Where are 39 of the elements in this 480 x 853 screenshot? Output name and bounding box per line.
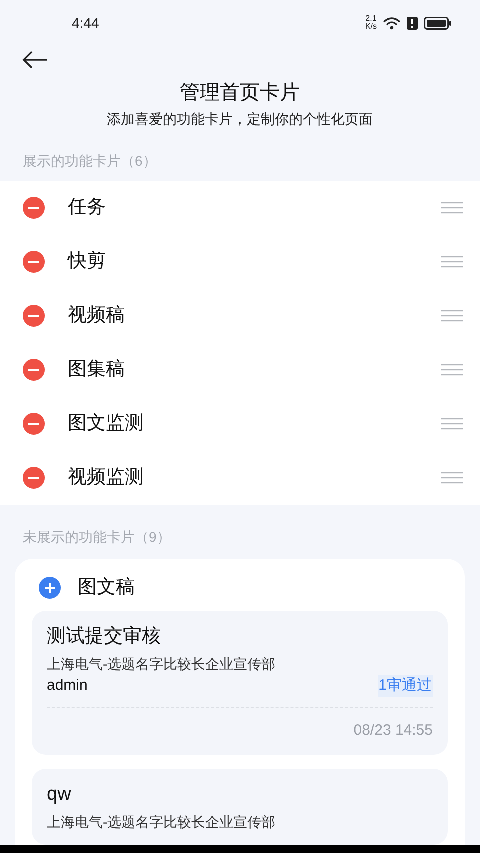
battery-icon xyxy=(424,16,452,30)
article-card[interactable]: qw 上海电气-选题名字比较长企业宣传部 xyxy=(32,768,448,844)
article-org: 上海电气-选题名字比较长企业宣传部 xyxy=(47,812,277,832)
network-speed: 2.1 K/s xyxy=(365,15,377,31)
remove-icon[interactable] xyxy=(23,467,45,489)
page-subtitle: 添加喜爱的功能卡片，定制你的个性化页面 xyxy=(107,110,373,129)
card-name: 图集稿 xyxy=(68,358,126,382)
card-name: 任务 xyxy=(68,196,107,220)
wifi-icon xyxy=(383,16,401,30)
card-name: 视频稿 xyxy=(68,304,126,328)
page-title: 管理首页卡片 xyxy=(180,81,300,106)
status-time: 4:44 xyxy=(72,14,100,32)
remove-icon[interactable] xyxy=(23,305,45,327)
section-label: 展示的功能卡片（6） xyxy=(22,152,158,171)
drag-handle-icon[interactable] xyxy=(441,310,463,322)
article-title: 测试提交审核 xyxy=(47,625,162,649)
sim-alert-icon xyxy=(407,16,418,30)
drag-handle-icon[interactable] xyxy=(441,364,463,376)
remove-icon[interactable] xyxy=(23,197,45,219)
remove-icon[interactable] xyxy=(23,251,45,273)
remove-icon[interactable] xyxy=(23,413,45,435)
add-icon[interactable] xyxy=(39,577,61,599)
card-name: 快剪 xyxy=(68,250,107,274)
status-tag: 1审通过 xyxy=(378,674,433,698)
article-time: 08/23 14:55 xyxy=(354,721,433,741)
card-name: 图文监测 xyxy=(68,412,145,436)
card-name: 视频监测 xyxy=(68,466,145,490)
drag-handle-icon[interactable] xyxy=(441,418,463,430)
remove-icon[interactable] xyxy=(23,359,45,381)
drag-handle-icon[interactable] xyxy=(441,202,463,214)
article-title: qw xyxy=(47,782,72,806)
drag-handle-icon[interactable] xyxy=(441,472,463,484)
article-org: 上海电气-选题名字比较长企业宣传部 xyxy=(47,655,277,674)
back-arrow-icon[interactable] xyxy=(22,51,48,69)
drag-handle-icon[interactable] xyxy=(441,256,463,268)
section-label: 未展示的功能卡片（9） xyxy=(22,528,172,547)
article-author: admin xyxy=(47,676,88,696)
article-card[interactable]: 测试提交审核 上海电气-选题名字比较长企业宣传部 admin 1审通过 08/23 14:55 xyxy=(32,611,448,754)
card-title: 图文稿 xyxy=(78,576,135,600)
